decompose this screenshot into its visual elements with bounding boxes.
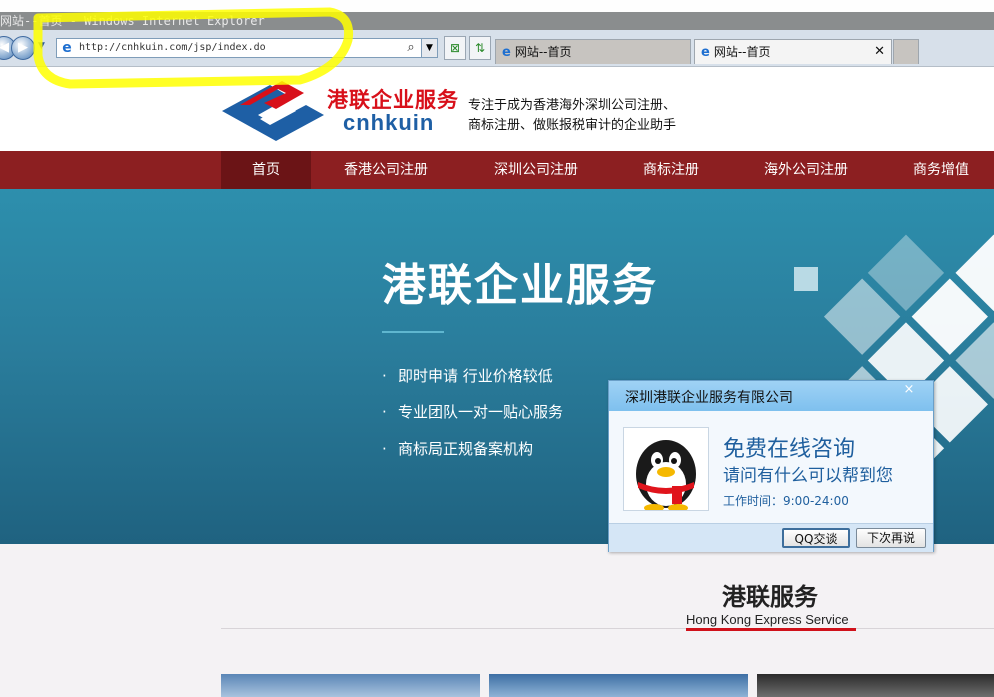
ie-page-icon: e xyxy=(62,40,72,56)
service-thumbnail[interactable] xyxy=(221,674,480,697)
nav-item-sz-company[interactable]: 深圳公司注册 xyxy=(476,151,596,189)
qq-penguin-icon xyxy=(623,427,709,511)
address-dropdown-icon[interactable]: ▼ xyxy=(421,39,437,57)
browser-toolbar: ◀ ▶ ▼ e http://cnhkuin.com/jsp/index.do … xyxy=(0,30,994,67)
main-nav: 首页 香港公司注册 深圳公司注册 商标注册 海外公司注册 商务增值 xyxy=(0,151,994,189)
compatibility-view-icon[interactable]: ⊠ xyxy=(444,36,466,60)
banner-title: 港联企业服务 xyxy=(382,260,658,311)
later-button[interactable]: 下次再说 xyxy=(856,528,926,548)
banner-bullet-text: 即时申请 行业价格较低 xyxy=(398,367,553,385)
qq-popup-footer: QQ交谈 下次再说 xyxy=(609,523,933,552)
address-bar[interactable]: e http://cnhkuin.com/jsp/index.do ⌕ ▼ xyxy=(56,38,438,58)
qq-popup-body: 免费在线咨询 请问有什么可以帮到您 工作时间：9:00-24:00 xyxy=(609,411,933,523)
refresh-icon[interactable]: ⇅ xyxy=(469,36,491,60)
ie-tab-icon: e xyxy=(502,45,511,60)
section-divider xyxy=(221,628,994,629)
window-titlebar-top xyxy=(0,0,994,12)
slogan-line-1: 专注于成为香港海外深圳公司注册、 xyxy=(468,98,677,113)
qq-chat-button[interactable]: QQ交谈 xyxy=(782,528,850,548)
window-title: 网站--首页 - Windows Internet Explorer xyxy=(0,12,994,30)
new-tab-button[interactable] xyxy=(893,39,919,64)
qq-popup-title: 深圳港联企业服务有限公司 xyxy=(625,390,793,406)
nav-item-home[interactable]: 首页 xyxy=(221,151,311,189)
ie-tab-icon: e xyxy=(701,45,710,60)
tab-1-label: 网站--首页 xyxy=(514,45,572,59)
bullet-dot-icon: · xyxy=(382,367,387,385)
nav-item-trademark[interactable]: 商标注册 xyxy=(626,151,716,189)
qq-consult-popup: 深圳港联企业服务有限公司 × 免费在线咨询 请问有什么可以帮到您 工作时间：9:… xyxy=(608,380,934,552)
service-thumbnail[interactable] xyxy=(757,674,994,697)
qq-headline: 免费在线咨询 xyxy=(723,437,856,462)
section-underline xyxy=(686,628,856,631)
section-title: 港联服务 xyxy=(722,583,818,611)
slogan-line-2: 商标注册、做账报税审计的企业助手 xyxy=(468,118,677,133)
close-icon[interactable]: × xyxy=(897,382,921,398)
history-dropdown-icon[interactable]: ▼ xyxy=(38,41,45,51)
section-subtitle: Hong Kong Express Service xyxy=(686,612,849,627)
service-thumbnail[interactable] xyxy=(489,674,748,697)
banner-bullet-text: 专业团队一对一贴心服务 xyxy=(398,403,564,421)
forward-arrow-icon[interactable]: ▶ xyxy=(11,36,35,60)
banner-bullet: · 专业团队一对一贴心服务 xyxy=(382,401,563,422)
logo-icon[interactable] xyxy=(220,75,324,141)
banner-bullet: · 商标局正规备案机构 xyxy=(382,438,533,459)
logo-english-name: cnhkuin xyxy=(343,110,435,135)
qq-popup-titlebar: 深圳港联企业服务有限公司 × xyxy=(609,381,933,411)
banner-divider xyxy=(382,331,444,333)
bullet-dot-icon: · xyxy=(382,440,387,458)
qq-working-hours: 工作时间：9:00-24:00 xyxy=(723,494,849,508)
nav-item-value-added[interactable]: 商务增值 xyxy=(896,151,986,189)
qq-subline: 请问有什么可以帮到您 xyxy=(723,466,893,486)
tab-2-label: 网站--首页 xyxy=(713,45,771,59)
site-slogan: 专注于成为香港海外深圳公司注册、 商标注册、做账报税审计的企业助手 xyxy=(468,96,676,136)
banner-bullet: · 即时申请 行业价格较低 xyxy=(382,365,553,386)
close-tab-icon[interactable]: ✕ xyxy=(874,40,885,64)
tab-2[interactable]: e 网站--首页 ✕ xyxy=(694,39,892,64)
site-header: 港联企业服务 cnhkuin 专注于成为香港海外深圳公司注册、 商标注册、做账报… xyxy=(0,67,994,151)
nav-item-hk-company[interactable]: 香港公司注册 xyxy=(326,151,446,189)
search-icon[interactable]: ⌕ xyxy=(403,40,419,56)
address-input[interactable]: http://cnhkuin.com/jsp/index.do xyxy=(79,39,266,57)
bullet-dot-icon: · xyxy=(382,403,387,421)
nav-item-overseas[interactable]: 海外公司注册 xyxy=(746,151,866,189)
banner-bullet-text: 商标局正规备案机构 xyxy=(398,440,534,458)
tab-1[interactable]: e 网站--首页 xyxy=(495,39,691,64)
